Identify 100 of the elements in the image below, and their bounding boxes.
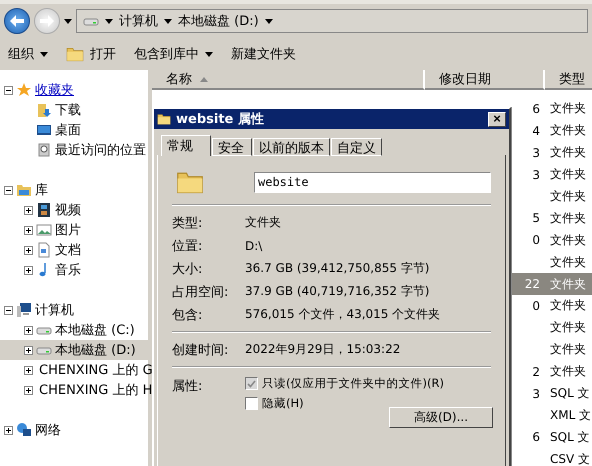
type-cell-text: 文件夹 <box>549 297 586 314</box>
type-cell-text: SQL 文 <box>549 385 590 402</box>
nav-item[interactable]: 下载 <box>0 100 148 120</box>
breadcrumb-caret-icon <box>264 18 273 24</box>
expand-toggle-icon[interactable] <box>24 366 33 374</box>
checkbox[interactable] <box>245 377 258 390</box>
nav-label: 网络 <box>35 422 61 439</box>
film-icon <box>36 202 52 218</box>
date-cell-text: 22 <box>524 277 541 292</box>
type-cell-text: 文件夹 <box>549 210 586 227</box>
nav-label: CHENXING 上的 G <box>39 362 153 379</box>
date-cell-text: 5 <box>531 211 541 226</box>
nav-label: 视频 <box>55 202 81 219</box>
open-folder-icon <box>66 45 84 63</box>
type-cell-text: 文件夹 <box>549 232 586 249</box>
checkbox-option[interactable]: 只读(仅应用于文件夹中的文件)(R) <box>245 375 444 392</box>
advanced-button[interactable]: 高级(D)... <box>389 407 493 428</box>
expand-toggle-icon[interactable] <box>24 346 33 354</box>
column-header[interactable]: 名称 <box>152 70 425 90</box>
nav-item[interactable]: 计算机 <box>0 300 148 320</box>
expand-toggle-icon[interactable] <box>24 246 33 254</box>
type-cell-text: SQL 文 <box>549 428 590 446</box>
nav-label: CHENXING 上的 H <box>39 382 152 399</box>
type-cell-text: 文件夹 <box>549 122 586 140</box>
library-folder-icon <box>16 182 32 198</box>
column-header[interactable]: 修改日期 <box>425 70 545 90</box>
folder-icon <box>157 112 171 126</box>
date-cell-text: 3 <box>531 386 541 401</box>
nav-label: 本地磁盘 (D:) <box>55 342 136 359</box>
toolbar-button[interactable]: 新建文件夹 <box>231 43 296 65</box>
toolbar-button[interactable]: 组织 <box>8 43 48 65</box>
star-icon <box>16 82 32 98</box>
date-cell-text: 3 <box>531 146 541 160</box>
toolbar-button[interactable]: 打开 <box>66 43 116 65</box>
nav-label: 最近访问的位置 <box>55 142 146 159</box>
expand-toggle-icon[interactable] <box>24 326 33 334</box>
nav-item[interactable]: 桌面 <box>0 120 148 140</box>
collapse-toggle-icon[interactable] <box>4 306 13 314</box>
download-folder-icon <box>36 102 52 118</box>
type-cell-text: 文件夹 <box>549 363 586 380</box>
date-cell-text: 6 <box>531 102 541 116</box>
checkmark-icon <box>247 380 256 388</box>
close-button[interactable]: × <box>488 112 506 126</box>
collapse-toggle-icon[interactable] <box>4 86 13 94</box>
type-cell-text: 文件夹 <box>549 188 586 205</box>
property-value: D:\ <box>245 238 262 252</box>
dialog-title: website 属性 <box>176 111 264 128</box>
name-field[interactable]: website <box>254 172 491 192</box>
property-label: 创建时间: <box>172 342 230 358</box>
breadcrumb-segment[interactable]: 计算机 <box>119 12 158 30</box>
checkbox-option[interactable]: 隐藏(H) <box>245 395 304 412</box>
date-cell-text: 0 <box>531 233 541 248</box>
dropdown-caret-icon <box>40 52 48 56</box>
nav-item[interactable]: 网络 <box>0 420 148 440</box>
tab[interactable]: 安全 <box>212 138 252 156</box>
nav-item[interactable]: 文档 <box>0 240 148 260</box>
nav-item[interactable]: 最近访问的位置 <box>0 140 148 160</box>
expand-toggle-icon[interactable] <box>24 266 33 274</box>
breadcrumb-segment[interactable]: 本地磁盘 (D:) <box>178 12 259 30</box>
sort-ascending-icon <box>200 76 208 82</box>
back-button[interactable] <box>4 8 30 34</box>
nav-label: 桌面 <box>55 122 81 139</box>
date-cell-text: 6 <box>531 430 541 444</box>
tab[interactable]: 常规 <box>161 135 211 156</box>
column-header[interactable]: 类型 <box>545 70 592 90</box>
property-value: 576,015 个文件，43,015 个文件夹 <box>245 306 440 323</box>
property-label: 包含: <box>172 306 204 324</box>
property-value: 37.9 GB (40,719,716,352 字节) <box>245 283 430 300</box>
nav-label: 计算机 <box>35 302 74 319</box>
property-label: 大小: <box>172 260 204 278</box>
nav-label: 图片 <box>55 222 81 239</box>
type-cell-text: 文件夹 <box>549 166 586 184</box>
collapse-toggle-icon[interactable] <box>4 186 13 194</box>
forward-arrow-icon <box>40 15 54 27</box>
computer-icon <box>16 302 32 318</box>
expand-toggle-icon[interactable] <box>24 226 33 234</box>
nav-item[interactable]: 视频 <box>0 200 148 220</box>
tab[interactable]: 自定义 <box>331 138 382 156</box>
expand-toggle-icon[interactable] <box>24 386 33 394</box>
expand-toggle-icon[interactable] <box>4 426 13 434</box>
property-value: 文件夹 <box>245 214 281 231</box>
tab[interactable]: 以前的版本 <box>253 138 330 156</box>
nav-item[interactable]: 本地磁盘 (C:) <box>0 320 148 340</box>
toolbar-button[interactable]: 包含到库中 <box>134 43 213 65</box>
nav-label: 音乐 <box>55 262 81 279</box>
breadcrumb-caret-icon <box>164 18 172 24</box>
nav-item[interactable]: 音乐 <box>0 260 148 280</box>
expand-toggle-icon[interactable] <box>24 206 33 214</box>
nav-item[interactable]: 库 <box>0 180 148 200</box>
address-bar[interactable]: 计算机 本地磁盘 (D:) <box>76 9 588 33</box>
nav-item[interactable]: 收藏夹 <box>0 80 148 100</box>
nav-link: 收藏夹 <box>35 82 74 99</box>
nav-label: 本地磁盘 (C:) <box>55 322 135 339</box>
nav-item[interactable]: 图片 <box>0 220 148 240</box>
back-arrow-icon <box>10 15 24 27</box>
checkbox[interactable] <box>245 397 258 410</box>
nav-item-selected[interactable]: 本地磁盘 (D:) <box>0 340 148 360</box>
breadcrumb-caret-icon <box>105 18 113 24</box>
network-icon <box>16 422 32 438</box>
desktop-icon <box>36 122 52 138</box>
